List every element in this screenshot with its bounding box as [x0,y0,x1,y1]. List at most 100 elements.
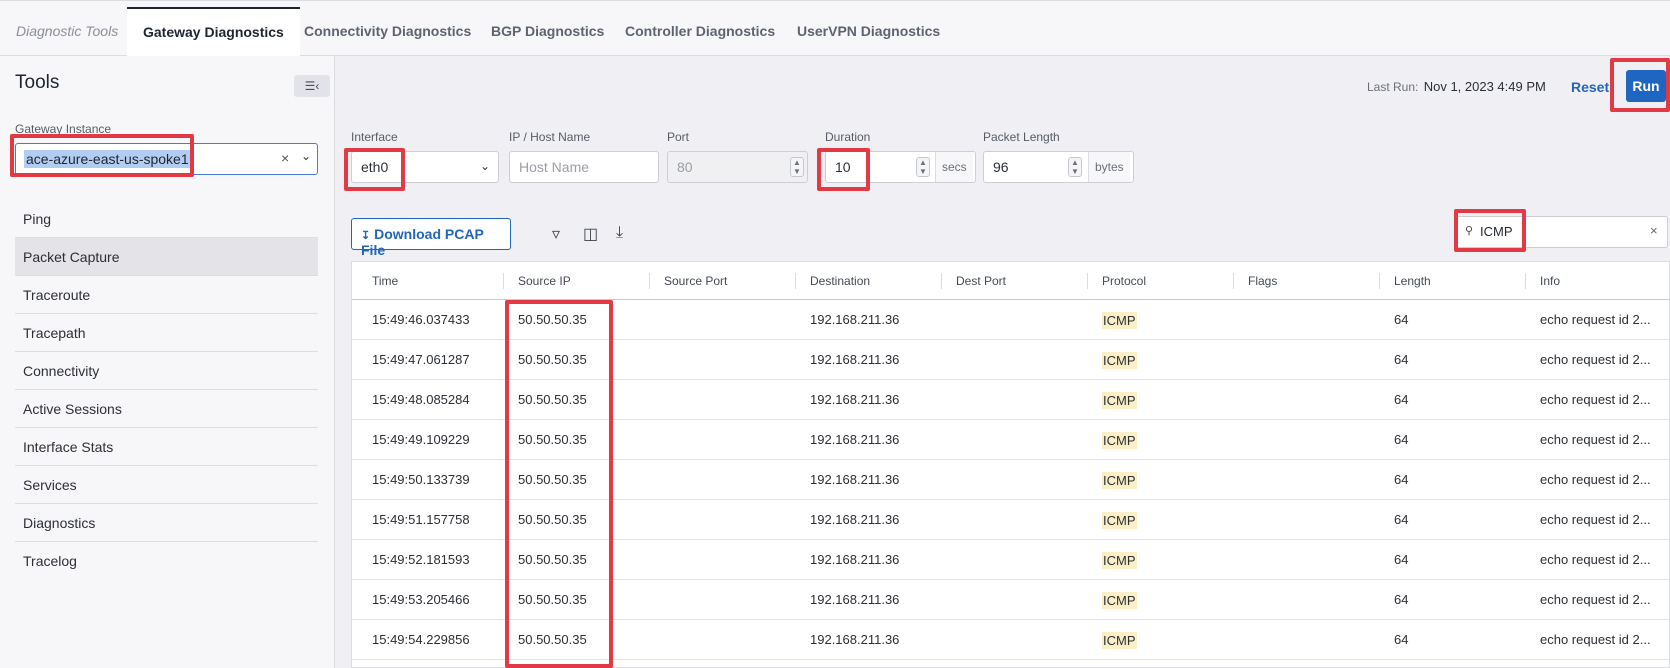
table-row[interactable]: 15:49:49.109229 50.50.50.35 192.168.211.36… [352,420,1669,460]
port-label: Port [667,130,690,144]
packet-length-input[interactable]: 96 ▲ ▼ bytes [983,151,1134,183]
cell-source-ip: 50.50.50.35 [518,312,587,327]
duration-stepper[interactable]: ▲ ▼ [916,157,930,177]
cell-length: 64 [1394,352,1409,367]
column-divider[interactable] [1233,273,1234,289]
sidebar-item-interface-stats[interactable]: Interface Stats [15,428,318,466]
cell-length: 64 [1394,592,1409,607]
cell-destination: 192.168.211.36 [810,312,900,327]
column-divider[interactable] [503,273,504,289]
port-input[interactable]: 80 ▲ ▼ [667,151,808,183]
clear-icon[interactable]: × [281,150,289,166]
cell-destination: 192.168.211.36 [810,512,900,527]
duration-input[interactable]: 10 ▲ ▼ secs [825,151,976,183]
packet-length-value: 96 [993,159,1009,175]
interface-select[interactable]: eth0 ⌄ [351,151,499,183]
sidebar-item-diagnostics[interactable]: Diagnostics [15,504,318,542]
download-icon: ↧ [361,230,371,242]
column-header-destination[interactable]: Destination [810,274,870,288]
table-row[interactable]: 15:49:48.085284 50.50.50.35 192.168.211.36… [352,380,1669,420]
table-row[interactable]: 15:49:52.181593 50.50.50.35 192.168.211.36… [352,540,1669,580]
download-pcap-button[interactable]: ↧ Download PCAP File [351,218,511,258]
filter-icon[interactable]: ▿ [552,224,560,244]
duration-label: Duration [825,130,871,144]
sliders-icon: ☰ [304,79,316,93]
columns-icon[interactable]: ◫ [583,224,598,244]
chevron-down-icon: ⌄ [479,159,490,173]
sidebar-item-ping[interactable]: Ping [15,200,318,238]
sidebar-title: Tools [15,72,60,93]
cell-info: echo request id 2... [1540,512,1651,527]
column-divider[interactable] [1379,273,1380,289]
column-header-length[interactable]: Length [1394,274,1431,288]
column-header-flags[interactable]: Flags [1248,274,1277,288]
chevron-down-icon[interactable]: ⌄ [301,149,311,163]
sidebar-item-traceroute[interactable]: Traceroute [15,276,318,314]
table-row[interactable]: 15:49:47.061287 50.50.50.35 192.168.211.36… [352,340,1669,380]
cell-length: 64 [1394,312,1409,327]
cell-source-ip: 50.50.50.35 [518,632,587,647]
cell-destination: 192.168.211.36 [810,472,900,487]
tab-bgp-diagnostics[interactable]: BGP Diagnostics [491,23,604,39]
host-input[interactable]: Host Name [509,151,659,183]
table-row[interactable]: 15:49:50.133739 50.50.50.35 192.168.211.36… [352,460,1669,500]
cell-info: echo request id 2... [1540,632,1651,647]
cell-protocol: ICMP [1102,632,1137,649]
chevron-left-icon: ‹ [315,79,320,93]
column-divider[interactable] [1087,273,1088,289]
sidebar-item-tracepath[interactable]: Tracepath [15,314,318,352]
column-header-source-ip[interactable]: Source IP [518,274,571,288]
cell-source-ip: 50.50.50.35 [518,592,587,607]
tab-uservpn-diagnostics[interactable]: UserVPN Diagnostics [797,23,940,39]
column-divider[interactable] [649,273,650,289]
column-header-info[interactable]: Info [1540,274,1560,288]
clear-search-icon[interactable]: × [1650,223,1658,238]
column-header-source-port[interactable]: Source Port [664,274,727,288]
cell-info: echo request id 2... [1540,392,1651,407]
table-row[interactable]: 15:49:54.229856 50.50.50.35 192.168.211.36… [352,620,1669,660]
packet-length-label: Packet Length [983,130,1060,144]
tab-controller-diagnostics[interactable]: Controller Diagnostics [625,23,775,39]
column-divider[interactable] [1525,273,1526,289]
export-icon[interactable]: ⤓ [616,224,623,242]
reset-button[interactable]: Reset [1571,79,1609,95]
download-pcap-label: Download PCAP File [361,226,484,258]
table-row[interactable]: 15:49:53.205466 50.50.50.35 192.168.211.36… [352,580,1669,620]
gateway-instance-select[interactable]: ace-azure-east-us-spoke1 × ⌄ [15,143,318,175]
sidebar-item-tracelog[interactable]: Tracelog [15,542,318,580]
cell-length: 64 [1394,632,1409,647]
host-placeholder: Host Name [519,159,590,175]
packet-length-stepper[interactable]: ▲ ▼ [1068,157,1082,177]
run-button[interactable]: Run [1626,70,1666,102]
search-icon: ⚲ [1465,225,1474,237]
cell-destination: 192.168.211.36 [810,552,900,567]
collapse-sidebar-button[interactable]: ☰‹ [294,75,330,97]
cell-protocol: ICMP [1102,552,1137,569]
tab-gateway-diagnostics[interactable]: Gateway Diagnostics [127,7,300,57]
cell-length: 64 [1394,512,1409,527]
column-divider[interactable] [941,273,942,289]
column-divider[interactable] [795,273,796,289]
cell-source-ip: 50.50.50.35 [518,472,587,487]
cell-time: 15:49:48.085284 [372,392,470,407]
cell-length: 64 [1394,392,1409,407]
interface-label: Interface [351,130,398,144]
table-row[interactable]: 15:49:51.157758 50.50.50.35 192.168.211.36… [352,500,1669,540]
sidebar-item-active-sessions[interactable]: Active Sessions [15,390,318,428]
cell-source-ip: 50.50.50.35 [518,512,587,527]
sidebar-item-services[interactable]: Services [15,466,318,504]
sidebar-item-packet-capture[interactable]: Packet Capture [15,238,318,276]
cell-info: echo request id 2... [1540,552,1651,567]
cell-destination: 192.168.211.36 [810,592,900,607]
search-input[interactable]: ⚲ ICMP × [1455,216,1668,248]
column-header-protocol[interactable]: Protocol [1102,274,1146,288]
breadcrumb[interactable]: Diagnostic Tools [16,23,118,39]
search-value: ICMP [1480,224,1513,239]
column-header-time[interactable]: Time [372,274,398,288]
cell-info: echo request id 2... [1540,472,1651,487]
port-stepper[interactable]: ▲ ▼ [790,157,804,177]
table-row[interactable]: 15:49:46.037433 50.50.50.35 192.168.211.36… [352,300,1669,340]
sidebar-item-connectivity[interactable]: Connectivity [15,352,318,390]
column-header-dest-port[interactable]: Dest Port [956,274,1006,288]
tab-connectivity-diagnostics[interactable]: Connectivity Diagnostics [304,23,471,39]
